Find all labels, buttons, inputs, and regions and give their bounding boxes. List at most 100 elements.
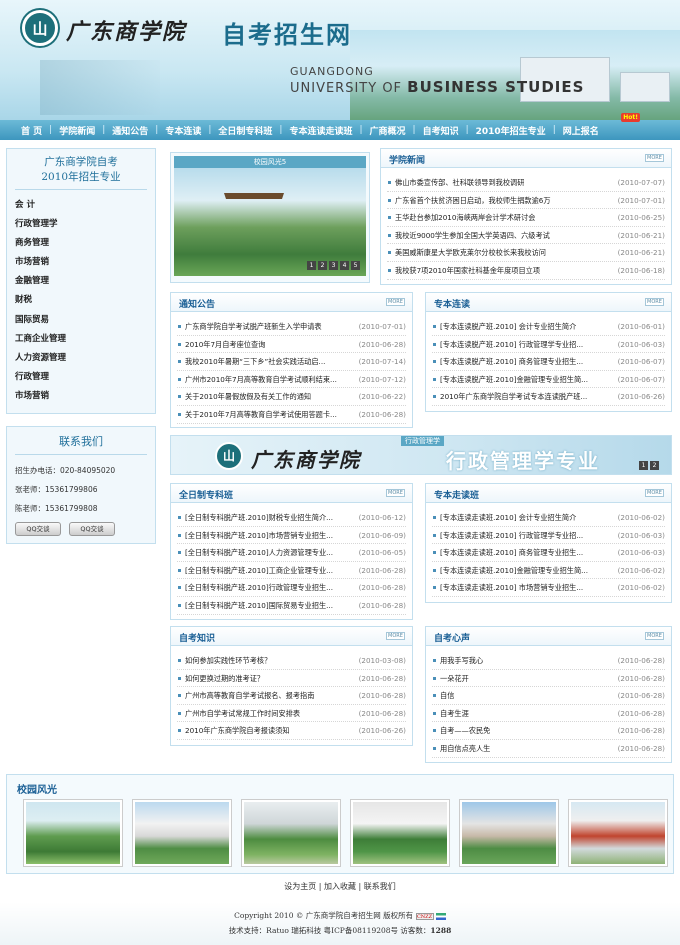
item-title[interactable]: 自考——农民免 (432, 722, 490, 739)
item-title[interactable]: 广州市自学考试常规工作时间安排表 (177, 705, 300, 722)
footer-links[interactable]: 设为主页 | 加入收藏 | 联系我们 (0, 881, 680, 892)
major-link[interactable]: 金融管理 (15, 272, 147, 291)
major-link[interactable]: 财税 (15, 291, 147, 310)
item-title[interactable]: 王华赴台参加2010海峡两岸会计学术研讨会 (387, 209, 535, 226)
qq-chat-button[interactable]: QQ交谈 (15, 522, 61, 536)
list-item[interactable]: 广州市2010年7月高等教育自学考试顺利结束... (2010-07-12) (177, 371, 406, 389)
major-ad-banner[interactable]: 山 广东商学院 行政管理学 行政管理学专业 12 (170, 435, 672, 475)
major-link[interactable]: 会 计 (15, 196, 147, 215)
list-item[interactable]: [专本连读脱产班.2010] 商务管理专业招生... (2010-06-07) (432, 353, 665, 371)
pager-button[interactable]: 5 (351, 261, 360, 270)
list-item[interactable]: [全日制专科脱产班.2010]行政管理专业招生... (2010-06-28) (177, 579, 406, 597)
item-title[interactable]: [全日制专科脱产班.2010]人力资源管理专业... (177, 544, 333, 561)
major-link[interactable]: 商务管理 (15, 234, 147, 253)
more-button[interactable]: MORE (645, 154, 664, 162)
gallery-photo[interactable] (132, 799, 232, 867)
list-item[interactable]: 自考生涯 (2010-06-28) (432, 705, 665, 723)
cnzz-badge[interactable]: CNZZ (415, 912, 434, 920)
item-title[interactable]: [全日制专科脱产班.2010]市场营销专业招生... (177, 527, 333, 544)
major-link[interactable]: 市场营销 (15, 253, 147, 272)
list-item[interactable]: 我校近9000学生参加全国大学英语四、六级考试 (2010-06-21) (387, 227, 665, 245)
list-item[interactable]: 关于2010年7月高等教育自学考试使用答题卡... (2010-06-28) (177, 406, 406, 424)
item-title[interactable]: 2010年7月自考座位查询 (177, 336, 265, 353)
list-item[interactable]: 广东省首个扶贫济困日启动，我校师生捐款逾6万 (2010-07-01) (387, 192, 665, 210)
more-button[interactable]: MORE (386, 489, 405, 497)
item-title[interactable]: 如何更换过期的准考证？ (177, 670, 264, 687)
major-link[interactable]: 市场营销 (15, 387, 147, 406)
list-item[interactable]: [全日制专科脱产班.2010]人力资源管理专业... (2010-06-05) (177, 544, 406, 562)
list-item[interactable]: [专本连读走读班.2010] 会计专业招生简介 (2010-06-02) (432, 509, 665, 527)
item-title[interactable]: 自考生涯 (432, 705, 469, 722)
nav-item[interactable]: 首 页 (14, 124, 49, 137)
item-title[interactable]: [专本连读走读班.2010] 行政管理学专业招... (432, 527, 583, 544)
gallery-photo[interactable] (568, 799, 668, 867)
nav-item[interactable]: 广商概况 (363, 124, 413, 137)
more-button[interactable]: MORE (645, 632, 664, 640)
nav-item[interactable]: 学院新闻 (52, 124, 102, 137)
list-item[interactable]: [全日制专科脱产班.2010]工商企业管理专业... (2010-06-28) (177, 562, 406, 580)
pager-button[interactable]: 2 (650, 461, 659, 470)
pager-button[interactable]: 1 (639, 461, 648, 470)
item-title[interactable]: 用我手写我心 (432, 652, 483, 669)
item-title[interactable]: 我校获7项2010年国家社科基金年度项目立项 (387, 262, 540, 279)
list-item[interactable]: 我校获7项2010年国家社科基金年度项目立项 (2010-06-18) (387, 262, 665, 280)
gallery-photo[interactable] (23, 799, 123, 867)
nav-item[interactable]: 专本连读走读班 (282, 124, 359, 137)
item-title[interactable]: [专本连读脱产班.2010] 商务管理专业招生... (432, 353, 583, 370)
item-title[interactable]: 2010年广东商学院自考报读须知 (177, 722, 290, 739)
slide-photo[interactable]: 12345 (174, 168, 366, 276)
list-item[interactable]: 2010年广东商学院自考报读须知 (2010-06-26) (177, 722, 406, 740)
item-title[interactable]: 用自信点亮人生 (432, 740, 490, 757)
item-title[interactable]: 广州市2010年7月高等教育自学考试顺利结束... (177, 371, 337, 388)
school-logo[interactable]: 山 (22, 10, 58, 46)
list-item[interactable]: 我校2010年暑期“三下乡”社会实践活动启... (2010-07-14) (177, 353, 406, 371)
nav-item[interactable]: 全日制专科班 (211, 124, 279, 137)
list-item[interactable]: 广东商学院自学考试脱产班新生入学申请表 (2010-07-01) (177, 318, 406, 336)
more-button[interactable]: MORE (386, 298, 405, 306)
gallery-photo[interactable] (241, 799, 341, 867)
list-item[interactable]: [专本连读走读班.2010] 市场营销专业招生... (2010-06-02) (432, 579, 665, 597)
item-title[interactable]: 我校2010年暑期“三下乡”社会实践活动启... (177, 353, 325, 370)
item-title[interactable]: [全日制专科脱产班.2010]财税专业招生简介... (177, 509, 333, 526)
item-title[interactable]: [专本连读脱产班.2010]金融管理专业招生简... (432, 371, 588, 388)
item-title[interactable]: 一朵花开 (432, 670, 469, 687)
item-title[interactable]: 如何参加实践性环节考核？ (177, 652, 271, 669)
item-title[interactable]: 广东省首个扶贫济困日启动，我校师生捐款逾6万 (387, 192, 551, 209)
item-title[interactable]: 我校近9000学生参加全国大学英语四、六级考试 (387, 227, 550, 244)
major-link[interactable]: 工商企业管理 (15, 330, 147, 349)
item-title[interactable]: [专本连读走读班.2010] 商务管理专业招生... (432, 544, 583, 561)
pager-button[interactable]: 4 (340, 261, 349, 270)
item-title[interactable]: 广东商学院自学考试脱产班新生入学申请表 (177, 318, 322, 335)
list-item[interactable]: [专本连读脱产班.2010]金融管理专业招生简... (2010-06-07) (432, 371, 665, 389)
list-item[interactable]: 广州市自学考试常规工作时间安排表 (2010-06-28) (177, 705, 406, 723)
list-item[interactable]: 美国威斯康星大学欧克莱尔分校校长来我校访问 (2010-06-21) (387, 244, 665, 262)
item-title[interactable]: [专本连读走读班.2010] 会计专业招生简介 (432, 509, 576, 526)
list-item[interactable]: 王华赴台参加2010海峡两岸会计学术研讨会 (2010-06-25) (387, 209, 665, 227)
item-title[interactable]: [全日制专科脱产班.2010]行政管理专业招生... (177, 579, 333, 596)
pager-button[interactable]: 2 (318, 261, 327, 270)
item-title[interactable]: [专本连读走读班.2010] 市场营销专业招生... (432, 579, 583, 596)
pager-button[interactable]: 3 (329, 261, 338, 270)
major-link[interactable]: 国际贸易 (15, 311, 147, 330)
nav-item[interactable]: 通知公告 (105, 124, 155, 137)
list-item[interactable]: 关于2010年暑假放假及有关工作的通知 (2010-06-22) (177, 388, 406, 406)
item-title[interactable]: 2010年广东商学院自学考试专本连读脱产班... (432, 388, 587, 405)
qq-chat-button[interactable]: QQ交谈 (69, 522, 115, 536)
list-item[interactable]: 用我手写我心 (2010-06-28) (432, 652, 665, 670)
item-title[interactable]: 佛山市委宣传部、社科联领导到我校调研 (387, 174, 524, 191)
nav-item[interactable]: 自考知识 (416, 124, 466, 137)
nav-item[interactable]: 2010年招生专业 (469, 124, 553, 137)
item-title[interactable]: 关于2010年7月高等教育自学考试使用答题卡... (177, 406, 337, 423)
list-item[interactable]: [专本连读走读班.2010]金融管理专业招生简... (2010-06-02) (432, 562, 665, 580)
list-item[interactable]: [专本连读脱产班.2010] 行政管理学专业招... (2010-06-03) (432, 336, 665, 354)
more-button[interactable]: MORE (645, 298, 664, 306)
list-item[interactable]: [全日制专科脱产班.2010]国际贸易专业招生... (2010-06-28) (177, 597, 406, 615)
item-title[interactable]: [全日制专科脱产班.2010]国际贸易专业招生... (177, 597, 333, 614)
list-item[interactable]: [专本连读脱产班.2010] 会计专业招生简介 (2010-06-01) (432, 318, 665, 336)
item-title[interactable]: 自信 (432, 687, 454, 704)
item-title[interactable]: [专本连读走读班.2010]金融管理专业招生简... (432, 562, 588, 579)
list-item[interactable]: [专本连读走读班.2010] 行政管理学专业招... (2010-06-03) (432, 527, 665, 545)
list-item[interactable]: 2010年7月自考座位查询 (2010-06-28) (177, 336, 406, 354)
list-item[interactable]: 佛山市委宣传部、社科联领导到我校调研 (2010-07-07) (387, 174, 665, 192)
campus-slideshow[interactable]: 校园风光5 12345 (170, 152, 370, 283)
